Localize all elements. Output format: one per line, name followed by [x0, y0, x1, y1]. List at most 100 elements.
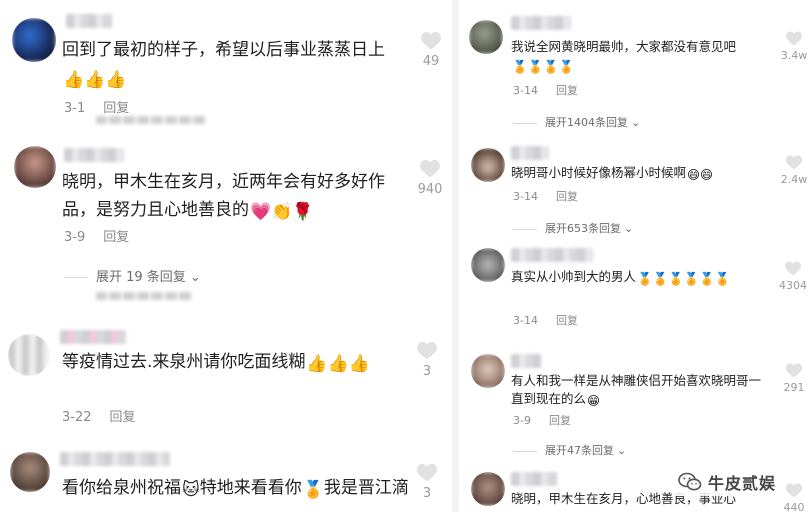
like-count: 3 — [422, 486, 432, 501]
comment-meta: 3-22 回复 — [62, 406, 136, 425]
divider — [513, 228, 537, 230]
avatar[interactable] — [471, 354, 505, 388]
blurred-text — [96, 292, 192, 300]
avatar[interactable] — [471, 148, 505, 182]
reply-button[interactable]: 回复 — [556, 314, 578, 327]
expand-replies-button[interactable]: 展开653条回复 ⌄ — [513, 220, 633, 236]
username-blurred[interactable] — [60, 452, 170, 466]
chevron-down-icon: ⌄ — [631, 116, 641, 129]
like-button[interactable]: 2.4w — [777, 154, 811, 186]
heart-icon — [417, 341, 437, 360]
comment-item: 我说全网黄晓明最帅，大家都没有意见吧 🏅🏅🏅🏅 3-14 回复 3.4w 展开140… — [459, 0, 811, 132]
username-blurred[interactable] — [511, 146, 549, 160]
username-blurred[interactable] — [66, 14, 112, 28]
avatar[interactable] — [469, 20, 503, 54]
comment-item: 真实从小帅到大的男人🏅🏅🏅🏅🏅🏅 3-14 回复 4304 — [459, 240, 811, 336]
like-count: 291 — [783, 381, 805, 394]
watermark-text: 牛皮贰娱 — [708, 474, 777, 493]
comment-meta: 3-14 回复 — [513, 82, 578, 98]
chevron-down-icon: ⌄ — [189, 270, 201, 285]
heart-icon — [786, 483, 802, 498]
wechat-icon — [678, 472, 702, 491]
comment-item: 晓明，甲木生在亥月，近两年会有好多好作品，是努力且心地善良的💗👏🌹 3-9 回复 … — [0, 128, 452, 308]
comment-date: 3-1 — [64, 101, 86, 116]
comment-text: 我说全网黄晓明最帅，大家都没有意见吧 🏅🏅🏅🏅 — [511, 39, 737, 74]
comment-meta: 3-14 回复 — [513, 312, 578, 328]
avatar[interactable] — [12, 18, 56, 62]
avatar[interactable] — [10, 452, 50, 492]
avatar[interactable] — [14, 146, 56, 188]
comment-meta: 3-1 回复 — [64, 97, 129, 116]
like-count: 3.4w — [780, 49, 808, 62]
blurred-text — [96, 116, 206, 124]
heart-icon — [421, 31, 441, 50]
reply-button[interactable]: 回复 — [103, 101, 129, 116]
username-blurred[interactable] — [511, 354, 541, 368]
like-button[interactable]: 440 — [777, 482, 811, 512]
thumbs-up-emoji: 👍👍👍 — [63, 70, 127, 90]
heart-icon — [417, 463, 437, 482]
like-button[interactable]: 291 — [777, 362, 811, 394]
like-button[interactable]: 3 — [410, 340, 444, 379]
comment-date: 3-9 — [64, 230, 86, 245]
heart-icon — [420, 159, 440, 178]
username-blurred[interactable] — [60, 330, 126, 344]
like-count: 440 — [783, 501, 805, 512]
comment-meta: 3-9 回复 — [64, 226, 129, 245]
expand-replies-button[interactable]: 展开47条回复 ⌄ — [513, 442, 626, 458]
watermark: 牛皮贰娱 — [672, 468, 783, 496]
comment-text: 看你给泉州祝福🐱特地来看看你🏅我是晋江滴 — [62, 474, 409, 504]
username-blurred[interactable] — [511, 472, 557, 486]
heart-icon — [786, 31, 802, 46]
comment-text: 有人和我一样是从神雕侠侣开始喜欢晓明哥一直到现在的么😁 — [511, 373, 762, 408]
reply-button[interactable]: 回复 — [556, 190, 578, 203]
reply-button[interactable]: 回复 — [103, 230, 129, 245]
comment-date: 3-22 — [62, 410, 92, 425]
comment-text: 真实从小帅到大的男人🏅🏅🏅🏅🏅🏅 — [511, 269, 731, 286]
grinning-emoji: 😁 — [587, 393, 601, 408]
heart-icon — [786, 155, 802, 170]
chevron-down-icon: ⌄ — [624, 222, 634, 235]
comment-date: 3-9 — [513, 414, 531, 427]
comment-meta: 3-9 回复 — [513, 412, 571, 428]
like-count: 49 — [422, 54, 440, 69]
laughing-emoji: 😄😄 — [687, 167, 714, 182]
comment-item: 有人和我一样是从神雕侠侣开始喜欢晓明哥一直到现在的么😁 3-9 回复 291 展开… — [459, 344, 811, 460]
like-button[interactable]: 3.4w — [777, 30, 811, 62]
comments-panel-left: 回到了最初的样子，希望以后事业蒸蒸日上👍👍👍 3-1 回复 49 晓明，甲木生在亥… — [0, 0, 452, 512]
avatar[interactable] — [471, 248, 505, 282]
medal-emoji: 🏅🏅🏅🏅🏅🏅 — [637, 271, 731, 286]
comment-text: 回到了最初的样子，希望以后事业蒸蒸日上👍👍👍 — [62, 36, 402, 94]
comment-meta: 3-14 回复 — [513, 188, 578, 204]
like-count: 940 — [417, 182, 443, 197]
avatar[interactable] — [471, 472, 505, 506]
reply-button[interactable]: 回复 — [110, 410, 136, 425]
like-button[interactable]: 4304 — [775, 260, 811, 292]
expand-replies-button[interactable]: 展开 19 条回复 ⌄ — [64, 266, 201, 285]
reply-button[interactable]: 回复 — [556, 84, 578, 97]
reply-button[interactable]: 回复 — [549, 414, 571, 427]
username-blurred[interactable] — [511, 248, 593, 262]
cat-emoji: 🐱 — [182, 480, 200, 500]
divider — [513, 450, 537, 452]
username-blurred[interactable] — [511, 16, 571, 30]
chevron-down-icon: ⌄ — [617, 444, 627, 457]
like-button[interactable]: 49 — [414, 30, 448, 69]
heart-icon — [785, 261, 801, 276]
expand-replies-button[interactable]: 展开1404条回复 ⌄ — [513, 114, 640, 130]
medal-emoji: 🏅🏅🏅🏅 — [512, 59, 575, 74]
comment-date: 3-14 — [513, 190, 538, 203]
comment-item: 回到了最初的样子，希望以后事业蒸蒸日上👍👍👍 3-1 回复 49 — [0, 0, 452, 124]
like-button[interactable]: 940 — [410, 158, 450, 197]
like-count: 4304 — [779, 279, 807, 292]
comment-text: 等疫情过去.来泉州请你吃面线糊👍👍👍 — [62, 348, 392, 378]
divider — [64, 277, 88, 278]
avatar[interactable] — [8, 334, 50, 376]
comment-text: 晓明，甲木生在亥月，近两年会有好多好作品，是努力且心地善良的💗👏🌹 — [62, 168, 392, 226]
comment-item: 等疫情过去.来泉州请你吃面线糊👍👍👍 3-22 回复 3 — [0, 318, 452, 438]
like-button[interactable]: 3 — [410, 462, 444, 501]
heart-clap-rose-emoji: 💗👏🌹 — [250, 202, 314, 222]
username-blurred[interactable] — [64, 148, 124, 162]
comments-panel-right: 我说全网黄晓明最帅，大家都没有意见吧 🏅🏅🏅🏅 3-14 回复 3.4w 展开140… — [459, 0, 811, 512]
thumbs-up-emoji: 👍👍👍 — [306, 354, 370, 374]
